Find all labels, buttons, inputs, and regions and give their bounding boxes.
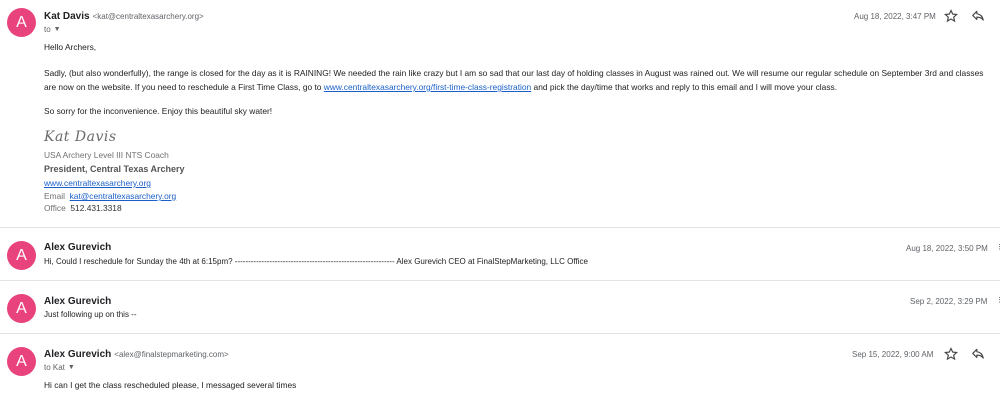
signature-role-org: Central Texas Archery <box>90 164 185 174</box>
closing-text: So sorry for the inconvenience. Enjoy th… <box>44 106 273 116</box>
body-line-2-pre: are now on the website. If you need to r… <box>44 82 324 92</box>
avatar: A <box>7 294 36 323</box>
message-divider <box>0 333 1000 334</box>
avatar: A <box>7 347 36 376</box>
message-body: Hi can I get the class rescheduled pleas… <box>44 380 297 390</box>
sender-name[interactable]: Kat Davis <kat@centraltexasarchery.org> <box>44 11 204 22</box>
recipients-toggle[interactable]: to ▼ <box>44 25 61 34</box>
website-link[interactable]: www.centraltexasarchery.org <box>44 178 151 188</box>
reply-icon[interactable] <box>971 347 985 361</box>
registration-link[interactable]: www.centraltexasarchery.org/first-time-c… <box>324 82 531 92</box>
avatar: A <box>7 241 36 270</box>
signature-email: Email kat@centraltexasarchery.org <box>44 191 176 201</box>
message-date: Sep 15, 2022, 9:00 AM <box>852 350 934 359</box>
signature-title: USA Archery Level III NTS Coach <box>44 150 169 160</box>
recipients-toggle[interactable]: to Kat ▼ <box>44 363 75 372</box>
message-date: Aug 18, 2022, 3:50 PM <box>906 244 988 253</box>
recipients-label: to Kat <box>44 363 65 372</box>
signature-role: President, Central Texas Archery <box>44 164 185 174</box>
chevron-down-icon: ▼ <box>67 364 75 371</box>
sender-email: <kat@centraltexasarchery.org> <box>92 12 204 21</box>
signature-email-link[interactable]: kat@centraltexasarchery.org <box>70 191 177 201</box>
sender-email: <alex@finalstepmarketing.com> <box>114 350 229 359</box>
message-divider <box>0 227 1000 228</box>
signature-email-label: Email <box>44 191 65 201</box>
avatar: A <box>7 8 36 37</box>
signature-website: www.centraltexasarchery.org <box>44 178 151 188</box>
reply-icon[interactable] <box>971 9 985 23</box>
signature-role-prefix: President, <box>44 164 91 174</box>
signature-office-number: 512.431.3318 <box>70 203 122 213</box>
more-vert-icon[interactable]: ⋮ <box>996 243 1000 251</box>
recipients-label: to <box>44 25 51 34</box>
greeting-text: Hello Archers, <box>44 42 97 52</box>
signature-office: Office 512.431.3318 <box>44 203 122 213</box>
signature-script: Kat Davis <box>44 129 117 145</box>
more-vert-icon[interactable]: ⋮ <box>996 296 1000 304</box>
star-icon[interactable] <box>944 347 958 361</box>
sender-name[interactable]: Alex Gurevich <alex@finalstepmarketing.co… <box>44 349 229 360</box>
message-snippet[interactable]: Hi, Could I reschedule for Sunday the 4t… <box>44 257 588 266</box>
sender-name[interactable]: Alex Gurevich <box>44 242 111 253</box>
star-icon[interactable] <box>944 9 958 23</box>
body-line-1: Sadly, (but also wonderfully), the range… <box>44 68 984 78</box>
sender-name[interactable]: Alex Gurevich <box>44 296 111 307</box>
body-line-2: are now on the website. If you need to r… <box>44 82 837 92</box>
body-line-2-post: and pick the day/time that works and rep… <box>531 82 838 92</box>
sender-name-text: Alex Gurevich <box>44 349 112 360</box>
message-snippet[interactable]: Just following up on this -- <box>44 310 137 319</box>
chevron-down-icon: ▼ <box>53 26 61 33</box>
message-date: Sep 2, 2022, 3:29 PM <box>910 297 988 306</box>
signature-office-label: Office <box>44 203 66 213</box>
message-date: Aug 18, 2022, 3:47 PM <box>854 12 936 21</box>
sender-name-text: Kat Davis <box>44 11 90 22</box>
message-divider <box>0 280 1000 281</box>
